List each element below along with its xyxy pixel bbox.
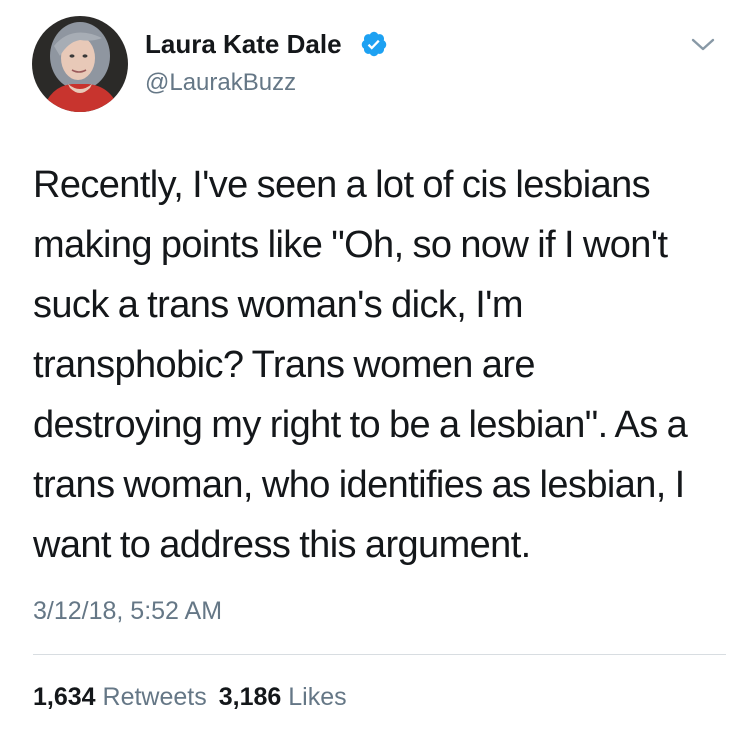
likes-stat[interactable]: 3,186 Likes: [219, 683, 347, 711]
tweet-body: Recently, I've seen a lot of cis lesbian…: [33, 155, 733, 575]
tweet-line: making points like "Oh, so now if I won'…: [33, 224, 668, 266]
tweet-line: destroying my right to be a lesbian". As…: [33, 404, 688, 446]
likes-label: Likes: [288, 683, 347, 711]
author-display-name[interactable]: Laura Kate Dale: [145, 28, 342, 60]
tweet-line: suck a trans woman's dick, I'm: [33, 284, 523, 326]
tweet-line: transphobic? Trans women are: [33, 344, 536, 386]
author-handle[interactable]: @LaurakBuzz: [145, 68, 296, 98]
tweet-line: want to address this argument.: [33, 524, 531, 566]
retweets-count: 1,634: [33, 683, 96, 711]
avatar[interactable]: [32, 16, 128, 112]
tweet-timestamp[interactable]: 3/12/18, 5:52 AM: [33, 596, 222, 626]
likes-count: 3,186: [218, 683, 282, 711]
tweet-line: trans woman, who identifies as lesbian, …: [33, 464, 685, 506]
tweet-card: Laura Kate Dale @LaurakBuzz Recently, I'…: [0, 0, 750, 738]
engagement-stats: 1,634 Retweets 3,186 Likes: [33, 682, 347, 712]
divider: [33, 654, 726, 655]
chevron-down-icon[interactable]: [690, 36, 716, 54]
profile-photo: [32, 16, 128, 112]
retweets-label: Retweets: [102, 683, 207, 711]
verified-badge-icon: [361, 31, 387, 57]
tweet-line: Recently, I've seen a lot of cis lesbian…: [33, 164, 651, 206]
retweets-stat[interactable]: 1,634 Retweets: [33, 683, 207, 711]
